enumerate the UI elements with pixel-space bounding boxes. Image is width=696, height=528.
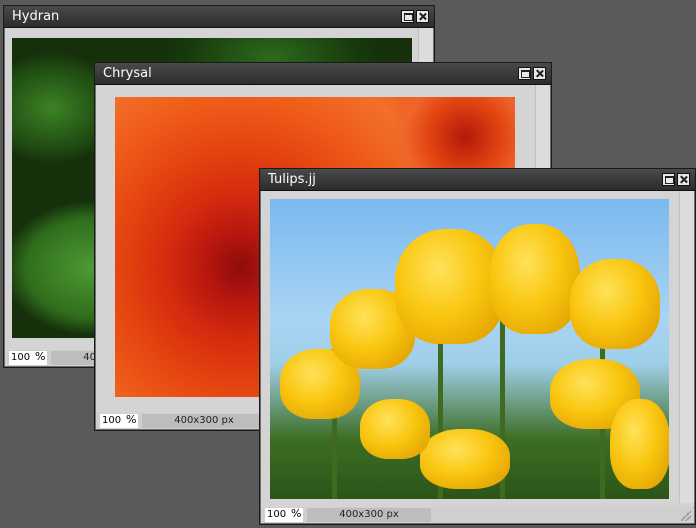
- status-bar: 100 % 400x300 px: [261, 507, 694, 523]
- window-title: Tulips.jj: [268, 172, 316, 187]
- maximize-icon[interactable]: [518, 67, 531, 80]
- close-icon[interactable]: [416, 10, 429, 23]
- vertical-scrollbar[interactable]: [679, 191, 694, 503]
- tulip-flower: [420, 429, 510, 489]
- tulip-flower: [610, 399, 669, 489]
- image-window-tulips[interactable]: Tulips.jj 100 % 400x300 px: [259, 168, 696, 525]
- zoom-percent-label: %: [35, 350, 46, 363]
- window-titlebar[interactable]: Hydran: [4, 6, 434, 28]
- close-icon[interactable]: [677, 173, 690, 186]
- zoom-percent-label: %: [291, 507, 302, 520]
- maximize-icon[interactable]: [401, 10, 414, 23]
- maximize-icon[interactable]: [662, 173, 675, 186]
- tulip-flower: [490, 224, 580, 334]
- image-size-label: 400x300 px: [307, 508, 431, 522]
- window-title: Chrysal: [103, 66, 152, 81]
- close-icon[interactable]: [533, 67, 546, 80]
- image-canvas-tulips[interactable]: [270, 199, 669, 499]
- zoom-percent-label: %: [126, 413, 137, 426]
- resize-grip-icon[interactable]: [681, 511, 691, 521]
- window-titlebar[interactable]: Tulips.jj: [260, 169, 695, 191]
- tulip-flower: [395, 229, 505, 344]
- tulip-flower: [570, 259, 660, 349]
- window-titlebar[interactable]: Chrysal: [95, 63, 551, 85]
- window-title: Hydran: [12, 9, 60, 24]
- image-size-label: 400x300 px: [142, 414, 266, 428]
- tulip-flower: [360, 399, 430, 459]
